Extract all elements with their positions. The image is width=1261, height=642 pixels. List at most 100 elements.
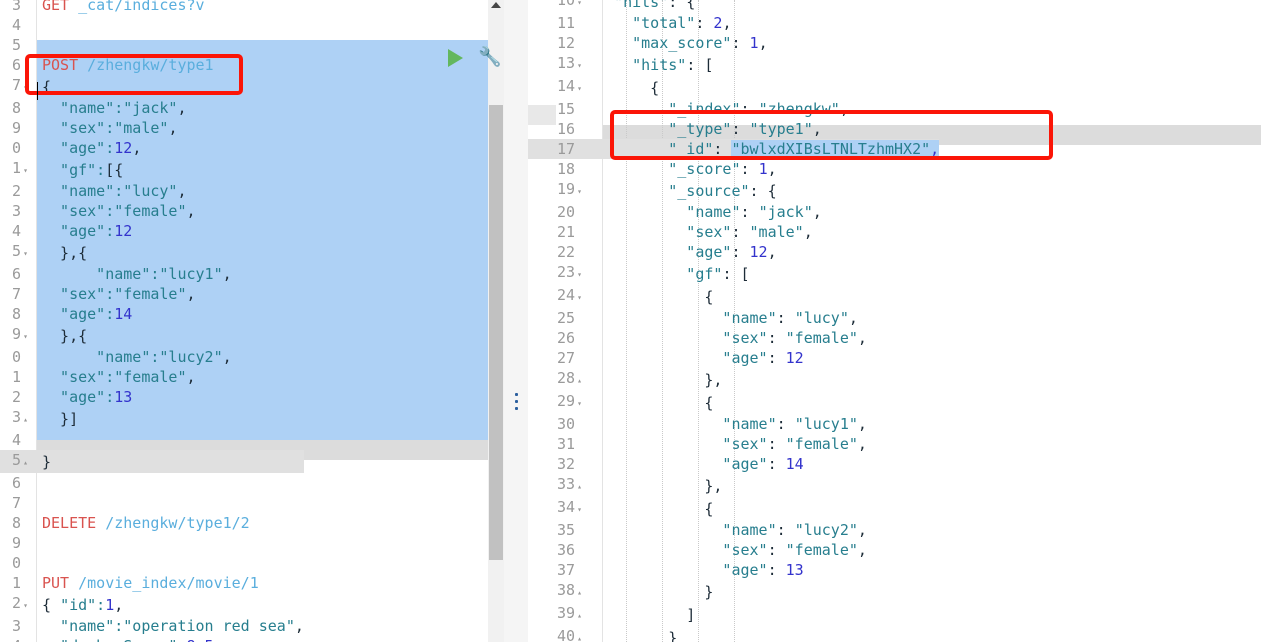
fold-toggle-icon[interactable]: ▾ <box>21 327 30 347</box>
code-line[interactable]: 6 "name":"lucy1", <box>0 264 304 284</box>
code-line[interactable]: 29 ▾ { <box>528 391 939 414</box>
wrench-icon[interactable]: 🔧 <box>478 47 500 67</box>
code-line[interactable]: 15 "_index": "zhengkw", <box>528 99 939 119</box>
fold-toggle-icon[interactable]: ▴ <box>21 410 30 430</box>
code-line[interactable]: 4 <box>0 430 304 450</box>
fold-toggle-icon[interactable]: ▾ <box>575 500 584 520</box>
request-editor-pane[interactable]: 3 GET _cat/indices?v 4 5 6 POST /zhengkw/ty… <box>0 0 500 642</box>
fold-toggle-icon[interactable]: ▾ <box>21 244 30 264</box>
code-line[interactable]: 4 "age":12 <box>0 221 304 241</box>
token: ] <box>596 605 696 624</box>
code-line[interactable]: 1 "sex":"female", <box>0 367 304 387</box>
editor-scrollbar-thumb[interactable] <box>489 105 503 560</box>
code-line[interactable]: 19 ▾ "_source": { <box>528 179 939 202</box>
code-line[interactable]: 11 "total": 2, <box>528 13 939 33</box>
code-line[interactable]: 28 ▴ }, <box>528 368 939 391</box>
token: "age" <box>596 243 732 261</box>
code-line[interactable]: 34 ▾ { <box>528 497 939 520</box>
code-line[interactable]: 2 "age":13 <box>0 387 304 407</box>
fold-toggle-icon[interactable]: ▾ <box>575 394 584 414</box>
fold-toggle-icon[interactable]: ▴ <box>575 583 584 603</box>
code-line[interactable]: 5 ▾ },{ <box>0 241 304 264</box>
fold-toggle-icon[interactable]: ▾ <box>21 161 30 181</box>
code-line[interactable]: 6 <box>0 473 304 493</box>
scroll-up-icon[interactable] <box>491 2 501 8</box>
code-line[interactable]: 2 "name":"lucy", <box>0 181 304 201</box>
code-line[interactable]: 3 "sex":"female", <box>0 201 304 221</box>
code-line[interactable]: 9 ▾ },{ <box>0 324 304 347</box>
code-line[interactable]: 21 "sex": "male", <box>528 222 939 242</box>
code-line[interactable]: 8 "name":"jack", <box>0 98 304 118</box>
code-line[interactable]: 3 ▴ }] <box>0 407 304 430</box>
code-line[interactable]: 1 PUT /movie_index/movie/1 <box>0 573 304 593</box>
fold-toggle-icon[interactable]: ▴ <box>575 477 584 497</box>
fold-toggle-icon[interactable]: ▾ <box>575 288 584 308</box>
fold-toggle-icon[interactable]: ▾ <box>575 265 584 285</box>
code-line[interactable]: 9 "sex":"male", <box>0 118 304 138</box>
code-line[interactable]: 40 ▴ } <box>528 626 939 642</box>
code-line[interactable]: 26 "sex": "female", <box>528 328 939 348</box>
code-line[interactable]: 8 DELETE /zhengkw/type1/2 <box>0 513 304 533</box>
fold-toggle-icon[interactable]: ▾ <box>21 78 30 98</box>
code-line[interactable]: 18 "_score": 1, <box>528 159 939 179</box>
code-line[interactable]: 4 <box>0 15 304 35</box>
code-line[interactable]: 10 ▾ "hits": { <box>528 0 939 13</box>
line-number: 25 <box>556 309 575 327</box>
code-line[interactable]: 22 "age": 12, <box>528 242 939 262</box>
response-pane[interactable]: 10 ▾ "hits": {11 "total": 2, 12 "max_score… <box>528 0 1261 642</box>
code-line[interactable]: 20 "name": "jack", <box>528 202 939 222</box>
fold-toggle-icon[interactable]: ▾ <box>575 182 584 202</box>
code-line[interactable]: 27 "age": 12 <box>528 348 939 368</box>
code-line[interactable]: 5 ▴} <box>0 450 304 473</box>
line-number: 9 <box>11 119 21 137</box>
play-icon[interactable] <box>448 49 463 67</box>
code-line[interactable]: 33 ▴ }, <box>528 474 939 497</box>
code-line[interactable]: 25 "name": "lucy", <box>528 308 939 328</box>
code-line[interactable]: 24 ▾ { <box>528 285 939 308</box>
fold-toggle-icon[interactable]: ▾ <box>21 596 30 616</box>
code-line[interactable]: 35 "name": "lucy2", <box>528 520 939 540</box>
code-line[interactable]: 7 "sex":"female", <box>0 284 304 304</box>
fold-toggle-icon[interactable]: ▾ <box>575 79 584 99</box>
code-line[interactable]: 0 <box>0 553 304 573</box>
code-line[interactable]: 36 "sex": "female", <box>528 540 939 560</box>
code-line[interactable]: 13 ▾ "hits": [ <box>528 53 939 76</box>
code-line[interactable]: 23 ▾ "gf": [ <box>528 262 939 285</box>
fold-toggle-icon[interactable]: ▴ <box>21 453 30 473</box>
code-line[interactable]: 7 ▾ { <box>0 75 304 98</box>
code-line[interactable]: 0 "name":"lucy2", <box>0 347 304 367</box>
editor-scrollbar-track[interactable] <box>488 0 504 642</box>
code-line[interactable]: 1 ▾ "gf":[{ <box>0 158 304 181</box>
pane-divider[interactable] <box>500 0 528 642</box>
code-line[interactable]: 17 "_id": "bwlxdXIBsLTNLTzhmHX2", <box>528 139 940 159</box>
code-line[interactable]: 6 POST /zhengkw/type1 <box>0 55 304 75</box>
fold-toggle-icon[interactable]: ▴ <box>575 371 584 391</box>
code-line[interactable]: 30 "name": "lucy1", <box>528 414 939 434</box>
code-line[interactable]: 32 "age": 14 <box>528 454 939 474</box>
code-line[interactable]: 39 ▴ ] <box>528 603 939 626</box>
fold-toggle-icon[interactable]: ▾ <box>575 56 584 76</box>
response-code-table[interactable]: 10 ▾ "hits": {11 "total": 2, 12 "max_score… <box>528 0 940 642</box>
code-line[interactable]: 4 "doubanScore":8.5, <box>0 636 304 642</box>
code-line[interactable]: 5 <box>0 35 304 55</box>
code-line[interactable]: 38 ▴ } <box>528 580 939 603</box>
fold-toggle-icon[interactable]: ▾ <box>575 0 584 13</box>
request-code-table[interactable]: 3 GET _cat/indices?v 4 5 6 POST /zhengkw/ty… <box>0 0 304 642</box>
fold-toggle-icon[interactable]: ▴ <box>575 606 584 626</box>
code-line[interactable]: 2 ▾{ "id":1, <box>0 593 304 616</box>
code-line[interactable]: 8 "age":14 <box>0 304 304 324</box>
code-line[interactable]: 37 "age": 13 <box>528 560 939 580</box>
code-line[interactable]: 7 <box>0 493 304 513</box>
code-line[interactable]: 3 "name":"operation red sea", <box>0 616 304 636</box>
code-line[interactable]: 0 "age":12, <box>0 138 304 158</box>
request-action-bar[interactable]: 🔧 <box>444 45 500 73</box>
token: "name":"lucy2" <box>42 348 223 366</box>
code-line[interactable]: 12 "max_score": 1, <box>528 33 939 53</box>
pane-resize-handle[interactable] <box>515 393 519 414</box>
fold-toggle-icon[interactable]: ▴ <box>575 629 584 642</box>
code-line[interactable]: 31 "sex": "female", <box>528 434 939 454</box>
code-line[interactable]: 9 <box>0 533 304 553</box>
code-line[interactable]: 14 ▾ { <box>528 76 939 99</box>
code-line[interactable]: 3 GET _cat/indices?v <box>0 0 304 15</box>
code-line[interactable]: 16 "_type": "type1", <box>528 119 939 139</box>
